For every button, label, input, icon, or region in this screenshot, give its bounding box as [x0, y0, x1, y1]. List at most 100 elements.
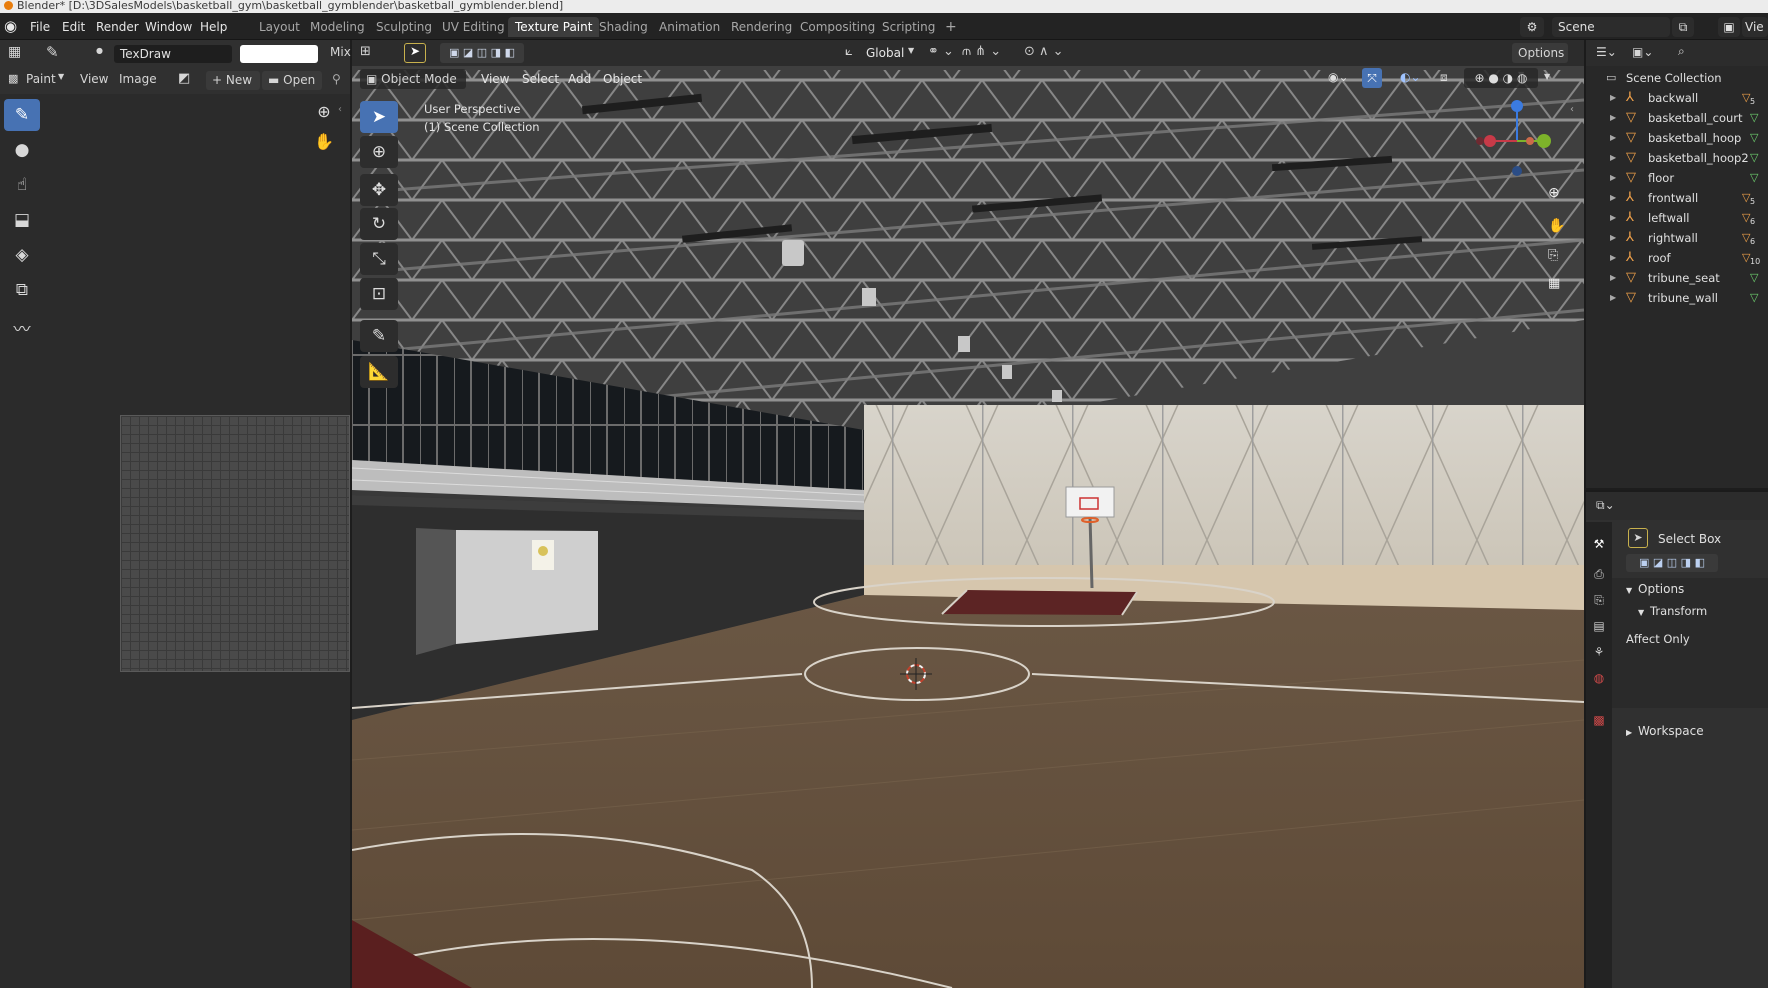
clone-tool-icon[interactable]: ⬓	[4, 204, 40, 236]
sidebar-toggle-icon[interactable]: ‹	[1570, 104, 1574, 115]
expand-arrow-icon[interactable]: ▶	[1610, 288, 1616, 308]
tab-layout[interactable]: Layout	[252, 17, 307, 37]
interaction-mode-dropdown[interactable]: ▣ Object Mode	[360, 69, 466, 89]
outliner-item[interactable]: ▶ ⅄ backwall ▽ 5	[1586, 88, 1768, 108]
mesh-data-icon[interactable]: ▽	[1750, 108, 1758, 128]
view-layer-tab-icon[interactable]: ▤	[1589, 616, 1609, 636]
expand-arrow-icon[interactable]: ▶	[1610, 268, 1616, 288]
outliner-item[interactable]: ▶ ⅄ frontwall ▽ 5	[1586, 188, 1768, 208]
proportional-edit-icon[interactable]: ⊙ ∧ ⌄	[1024, 44, 1064, 59]
visibility-icon[interactable]: ◉⌄	[1328, 70, 1349, 84]
outliner-item[interactable]: ▶ ▽ basketball_court ▽	[1586, 108, 1768, 128]
expand-arrow-icon[interactable]: ▶	[1610, 108, 1616, 128]
outliner-item[interactable]: ▶ ⅄ leftwall ▽ 6	[1586, 208, 1768, 228]
annotate-tool-icon[interactable]: 〰	[4, 314, 40, 346]
grid-icon[interactable]: ▦	[1548, 276, 1560, 291]
scene-tab-icon[interactable]: ⚘	[1589, 642, 1609, 662]
outliner-item[interactable]: ▶ ▽ floor ▽	[1586, 168, 1768, 188]
tool-tab-icon[interactable]: ⚒	[1589, 534, 1609, 554]
mesh-data-icon[interactable]: ▽	[1750, 168, 1758, 188]
draw-tool-icon[interactable]: ✎	[4, 99, 40, 131]
outliner-item[interactable]: ▶ ▽ basketball_hoop2 ▽	[1586, 148, 1768, 168]
rotate-tool-icon[interactable]: ↻	[360, 208, 398, 240]
expand-arrow-icon[interactable]: ▶	[1610, 228, 1616, 248]
blender-menu-icon[interactable]: ◉	[4, 18, 20, 34]
expand-arrow-icon[interactable]: ▶	[1610, 248, 1616, 268]
tab-sculpting[interactable]: Sculpting	[369, 17, 439, 37]
tab-rendering[interactable]: Rendering	[724, 17, 799, 37]
expand-arrow-icon[interactable]: ▶	[1610, 128, 1616, 148]
render-tab-icon[interactable]: ⎙	[1589, 564, 1609, 584]
tab-shading[interactable]: Shading	[592, 17, 655, 37]
editor-type-icon[interactable]: ⧉⌄	[1596, 498, 1615, 513]
mesh-data-icon[interactable]: ▽	[1750, 148, 1758, 168]
uv-grid-canvas[interactable]	[120, 415, 350, 672]
viewport-menu-view[interactable]: View	[481, 72, 509, 86]
outliner-item[interactable]: ▶ ▽ tribune_seat ▽	[1586, 268, 1768, 288]
viewport-menu-select[interactable]: Select	[522, 72, 559, 86]
pan-hand-icon[interactable]: ✋	[1548, 218, 1565, 234]
3d-viewport[interactable]: ⊞ ➤ ▣ ◪ ◫ ◨ ◧ ⟀ Global ▼ ⚭ ⌄ ⫙ ⋔ ⌄ ⊙ ∧ ⌄…	[352, 40, 1584, 988]
soften-tool-icon[interactable]: ●	[4, 134, 40, 166]
select-box-tool-icon[interactable]: ➤	[360, 101, 398, 133]
transform-subsection[interactable]: Transform	[1650, 604, 1707, 618]
options-section[interactable]: Options	[1638, 582, 1684, 596]
mesh-data-icon[interactable]: ▽	[1750, 288, 1758, 308]
chevron-down-icon[interactable]: ▼	[1544, 72, 1550, 81]
transform-tool-icon[interactable]: ⊡	[360, 278, 398, 310]
editor-type-icon[interactable]: ☰⌄	[1596, 45, 1617, 59]
selection-mode-icons[interactable]: ▣ ◪ ◫ ◨ ◧	[440, 43, 524, 63]
smear-tool-icon[interactable]: ☝	[4, 169, 40, 201]
outliner-item[interactable]: ▶ ⅄ rightwall ▽ 6	[1586, 228, 1768, 248]
zoom-icon[interactable]: ⊕	[1548, 185, 1560, 201]
outliner-scene-collection[interactable]: ▭ Scene Collection	[1586, 68, 1768, 88]
search-icon[interactable]: ⌕	[1678, 44, 1685, 59]
pin-icon[interactable]: ⚲	[332, 72, 341, 86]
move-tool-icon[interactable]: ✥	[360, 174, 398, 206]
editor-type-icon[interactable]: ⊞	[360, 44, 371, 59]
gizmo-toggle-icon[interactable]: ⤧	[1362, 68, 1382, 88]
view-layer-icon[interactable]: ▣	[1718, 17, 1740, 37]
tab-animation[interactable]: Animation	[652, 17, 727, 37]
outliner-item[interactable]: ▶ ▽ tribune_wall ▽	[1586, 288, 1768, 308]
new-image-button[interactable]: + New	[206, 71, 260, 90]
xray-icon[interactable]: ⧈	[1440, 70, 1448, 85]
viewport-menu-add[interactable]: Add	[568, 72, 591, 86]
workspace-section[interactable]: Workspace	[1638, 724, 1704, 738]
cursor-tool-icon[interactable]: ⊕	[360, 136, 398, 168]
measure-tool-icon[interactable]: 📐	[360, 356, 398, 388]
scene-selector[interactable]: Scene	[1552, 17, 1670, 37]
navigation-gizmo[interactable]	[1472, 96, 1562, 186]
output-tab-icon[interactable]: ⎘	[1589, 590, 1609, 610]
menu-help[interactable]: Help	[200, 18, 227, 36]
menu-window[interactable]: Window	[145, 18, 192, 36]
options-dropdown[interactable]: Options ▼	[1512, 43, 1568, 79]
tab-uv-editing[interactable]: UV Editing	[435, 17, 512, 37]
display-mode-icon[interactable]: ▣⌄	[1632, 45, 1653, 59]
brush-color-swatch[interactable]	[240, 45, 318, 63]
expand-arrow-icon[interactable]: ▶	[1610, 208, 1616, 228]
scene-icon[interactable]: ⚙	[1520, 17, 1544, 37]
mesh-data-icon[interactable]: ▽	[1750, 268, 1758, 288]
brush-name-field[interactable]: TexDraw	[114, 45, 232, 63]
fill-tool-icon[interactable]: ◈	[4, 239, 40, 271]
scale-tool-icon[interactable]: ⤡	[360, 243, 398, 275]
snap-icon[interactable]: ⫙ ⋔ ⌄	[962, 44, 1001, 59]
outliner-item[interactable]: ▶ ⅄ roof ▽ 10	[1586, 248, 1768, 268]
expand-arrow-icon[interactable]: ▶	[1610, 168, 1616, 188]
camera-icon[interactable]: ⎘	[1548, 248, 1558, 263]
view-layer-selector[interactable]: Vie	[1742, 17, 1768, 37]
menu-edit[interactable]: Edit	[62, 18, 85, 36]
open-image-button[interactable]: ▬ Open	[262, 71, 322, 90]
sidebar-toggle-icon[interactable]: ‹	[338, 104, 342, 115]
image-editor-menu-image[interactable]: Image	[119, 72, 157, 86]
mesh-data-icon[interactable]: ▽	[1750, 128, 1758, 148]
image-editor-menu-view[interactable]: View	[80, 72, 108, 86]
pivot-icon[interactable]: ⚭ ⌄	[928, 44, 954, 59]
editor-type-icon[interactable]: ▦	[8, 44, 21, 60]
zoom-icon[interactable]: ⊕	[312, 102, 336, 126]
brush-icon[interactable]: ✎	[46, 43, 59, 61]
menu-render[interactable]: Render	[96, 18, 139, 36]
world-tab-icon[interactable]: ◍	[1589, 668, 1609, 688]
selection-mode-icons[interactable]: ▣ ◪ ◫ ◨ ◧	[1626, 554, 1718, 572]
